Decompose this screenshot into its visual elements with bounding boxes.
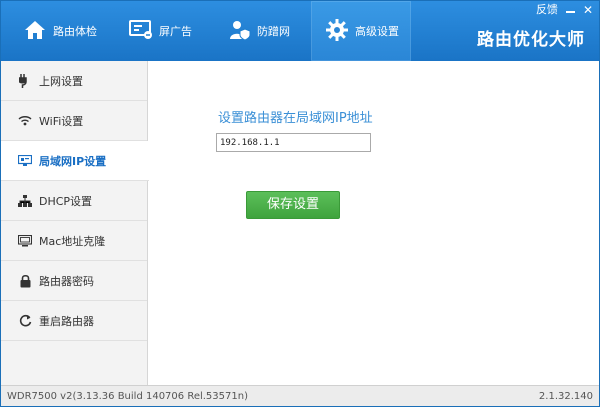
nav-tab-block-ads[interactable]: 屏广告 — [111, 1, 211, 61]
sidebar-item-dhcp-settings[interactable]: DHCP设置 — [1, 181, 147, 221]
sidebar-item-internet-settings[interactable]: 上网设置 — [1, 61, 147, 101]
app-window: 路由体检 屏广告 防蹭网 高级设置 反馈 ✕ 路由优化大师 上网设置 WiFi设… — [0, 0, 600, 407]
lan-ip-input[interactable] — [216, 133, 371, 152]
nav-tab-anti-leech[interactable]: 防蹭网 — [211, 1, 311, 61]
restart-icon — [17, 314, 33, 327]
feedback-link[interactable]: 反馈 — [536, 3, 558, 17]
nav-tab-label: 屏广告 — [159, 25, 192, 38]
wifi-icon — [17, 115, 33, 126]
mac-icon — [17, 234, 33, 247]
nav-tab-label: 防蹭网 — [257, 25, 290, 38]
user-shield-icon — [229, 19, 251, 44]
status-bar: WDR7500 v2(3.13.36 Build 140706 Rel.5357… — [1, 385, 599, 406]
lan-ip-title: 设置路由器在局域网IP地址 — [218, 111, 373, 126]
header: 路由体检 屏广告 防蹭网 高级设置 反馈 ✕ 路由优化大师 — [1, 1, 599, 61]
sidebar-item-label: 重启路由器 — [39, 314, 94, 328]
sidebar-item-label: WiFi设置 — [39, 114, 84, 128]
sidebar-item-restart-router[interactable]: 重启路由器 — [1, 301, 147, 341]
nav-tab-label: 高级设置 — [355, 25, 399, 38]
network-icon — [17, 154, 33, 167]
sidebar-item-label: Mac地址克隆 — [39, 234, 106, 248]
dhcp-icon — [17, 194, 33, 207]
sidebar-item-label: 局域网IP设置 — [39, 154, 107, 168]
save-settings-button[interactable]: 保存设置 — [246, 191, 340, 219]
home-icon — [23, 19, 47, 44]
gear-icon — [325, 18, 349, 45]
close-button[interactable]: ✕ — [583, 3, 593, 17]
minimize-button[interactable] — [565, 3, 575, 17]
brand-title: 路由优化大师 — [477, 30, 585, 50]
main-panel: 设置路由器在局域网IP地址 保存设置 — [149, 61, 599, 385]
lock-icon — [17, 274, 33, 288]
window-controls: 反馈 ✕ — [536, 3, 593, 17]
minimize-icon — [565, 11, 575, 13]
sidebar-item-lan-ip-settings[interactable]: 局域网IP设置 — [1, 141, 149, 181]
sidebar-item-router-password[interactable]: 路由器密码 — [1, 261, 147, 301]
nav-tab-advanced-settings[interactable]: 高级设置 — [311, 1, 411, 61]
sidebar-item-label: 上网设置 — [39, 74, 83, 88]
nav-tab-label: 路由体检 — [53, 25, 97, 38]
plug-icon — [17, 73, 33, 88]
sidebar-item-label: DHCP设置 — [39, 194, 93, 208]
monitor-icon — [129, 19, 153, 43]
sidebar-item-mac-clone[interactable]: Mac地址克隆 — [1, 221, 147, 261]
sidebar-item-wifi-settings[interactable]: WiFi设置 — [1, 101, 147, 141]
app-version: 2.1.32.140 — [538, 390, 593, 402]
router-firmware-info: WDR7500 v2(3.13.36 Build 140706 Rel.5357… — [7, 390, 248, 402]
nav-tab-router-check[interactable]: 路由体检 — [1, 1, 111, 61]
sidebar-item-label: 路由器密码 — [39, 274, 94, 288]
sidebar: 上网设置 WiFi设置 局域网IP设置 DHCP设置 Mac地址克隆 路由器密码… — [1, 61, 149, 385]
top-nav: 路由体检 屏广告 防蹭网 高级设置 — [1, 1, 411, 61]
